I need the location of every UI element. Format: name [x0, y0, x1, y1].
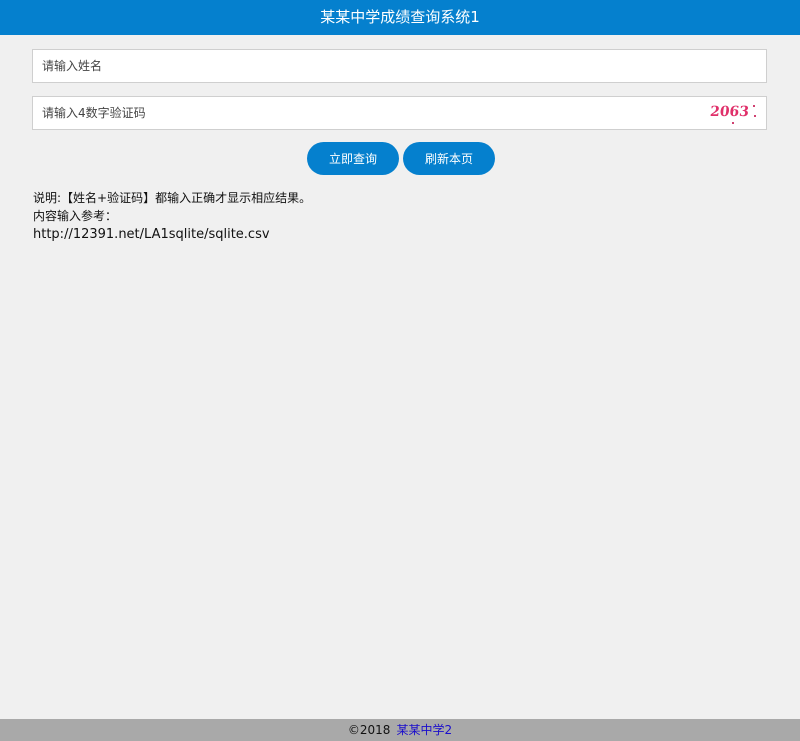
reference-url: http://12391.net/LA1sqlite/sqlite.csv	[33, 227, 270, 242]
reference-label: 内容输入参考：	[33, 209, 118, 223]
query-button[interactable]: 立即查询	[307, 142, 399, 175]
page-header: 某某中学成绩查询系统1	[0, 0, 800, 35]
captcha-input[interactable]	[33, 97, 766, 129]
instructions-line: 说明:【姓名+验证码】都输入正确才显示相应结果。	[33, 191, 312, 205]
instructions: 说明:【姓名+验证码】都输入正确才显示相应结果。 内容输入参考： http://…	[33, 189, 311, 244]
name-input[interactable]	[33, 50, 766, 82]
captcha-field[interactable]: 2063	[32, 96, 767, 130]
name-field[interactable]	[32, 49, 767, 83]
captcha-noise-dot	[754, 115, 756, 117]
page: 某某中学成绩查询系统1 2063 立即查询 刷新本页 说明:【姓名+验证码】都输…	[0, 0, 800, 741]
page-footer: ©2018 某某中学2	[0, 719, 800, 741]
captcha-code: 2063	[709, 104, 750, 120]
page-title: 某某中学成绩查询系统1	[320, 8, 480, 26]
school-link[interactable]: 某某中学2	[396, 723, 452, 737]
refresh-button[interactable]: 刷新本页	[403, 142, 495, 175]
button-row: 立即查询 刷新本页	[0, 142, 800, 175]
captcha-image[interactable]: 2063	[704, 101, 760, 127]
captcha-noise-dot	[753, 105, 755, 107]
copyright-text: ©2018	[347, 723, 391, 737]
captcha-noise-dot	[732, 122, 734, 124]
